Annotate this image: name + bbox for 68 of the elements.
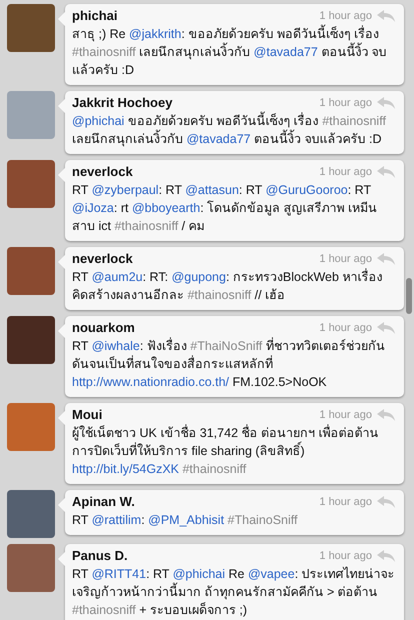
timestamp: 1 hour ago (319, 96, 372, 108)
avatar-photo-placeholder (7, 403, 55, 451)
timestamp: 1 hour ago (319, 252, 372, 264)
mention-link[interactable]: @phichai (72, 114, 124, 128)
avatar-photo-placeholder (7, 490, 55, 538)
url-link[interactable]: http://bit.ly/54GzXK (72, 462, 179, 476)
mention-link[interactable]: @tavada77 (254, 45, 318, 59)
tweet-text: RT @RITT41: RT @phichai Re @vapee: ประเทศไทยน่าจะเจริญก้าวหน้ากว่านี้มาก ถ้าทุกคนรักสามัคคีกัน > ต่อต้าน #thainosniff + ระบอบเผด็จการ ;) (72, 566, 396, 619)
reply-icon[interactable] (376, 252, 396, 266)
scrollbar-thumb[interactable] (406, 278, 412, 314)
tweet-text: RT @iwhale: ฟังเรื่อง #ThaiNoSniff ที่ชาวทวิตเตอร์ช่วยกันดันจนเป็นที่สนใจของสื่อกระแสหลักที่ http://www.nationradio.co.th/ FM.102.5>NoOK (72, 337, 386, 391)
username[interactable]: neverlock (72, 251, 316, 266)
hashtag-link[interactable]: #ThainoSniff (228, 513, 298, 527)
reply-icon[interactable] (376, 96, 396, 110)
tweet-text: RT @aum2u: RT: @gupong: กระทรวงBlockWeb หาเรื่องคิดสร้างผลงานอีกละ #thainosniff // เฮ้อ (72, 268, 384, 304)
mention-link[interactable]: @iwhale (92, 339, 140, 353)
mention-link[interactable]: @tavada77 (186, 132, 251, 146)
mention-link[interactable]: @rattilim (92, 513, 142, 527)
mention-link[interactable]: @PM_Abhisit (148, 513, 224, 527)
reply-icon[interactable] (376, 494, 396, 508)
avatar-photo-placeholder (7, 316, 55, 364)
mention-link[interactable]: @GuruGooroo (266, 183, 348, 197)
avatar-photo-placeholder (7, 91, 55, 139)
timestamp: 1 hour ago (319, 408, 372, 420)
timestamp: 1 hour ago (319, 322, 372, 334)
timestamp: 1 hour ago (319, 550, 372, 562)
hashtag-link[interactable]: #thainosniff (72, 45, 136, 59)
timestamp: 1 hour ago (319, 166, 372, 178)
mention-link[interactable]: @aum2u (92, 270, 143, 284)
hashtag-link[interactable]: #ThaiNoSniff (190, 339, 262, 353)
username[interactable]: neverlock (72, 164, 316, 179)
reply-icon[interactable] (376, 320, 396, 334)
hashtag-link[interactable]: #thainosniff (72, 603, 136, 617)
reply-icon[interactable] (376, 548, 396, 562)
username[interactable]: phichai (72, 8, 316, 23)
avatar-photo-placeholder (7, 247, 55, 295)
mention-link[interactable]: @RITT41 (92, 567, 146, 581)
url-link[interactable]: http://www.nationradio.co.th/ (72, 375, 230, 389)
mention-link[interactable]: @phichai (172, 567, 226, 581)
tweet-text: RT @zyberpaul: RT @attasun: RT @GuruGooroo: RT @iJoza: rt @bboyearth: โดนดักข้อมูล สูญเสรีภาพ เหมีนสาบ ict #thainosniff / คม (72, 182, 378, 235)
reply-icon[interactable] (376, 8, 396, 22)
avatar-photo-placeholder (7, 4, 55, 52)
username[interactable]: Jakkrit Hochoey (72, 95, 316, 110)
mention-link[interactable]: @jakkrith (129, 27, 182, 41)
avatar-photo-placeholder (7, 160, 55, 208)
mention-link[interactable]: @iJoza (72, 201, 114, 215)
timestamp: 1 hour ago (319, 10, 372, 22)
hashtag-link[interactable]: #thainosniff (182, 462, 246, 476)
mention-link[interactable]: @vapee (248, 567, 295, 581)
username[interactable]: Apinan W. (72, 494, 316, 509)
tweet-text: RT @rattilim: @PM_Abhisit #ThainoSniff (72, 512, 299, 529)
reply-icon[interactable] (376, 164, 396, 178)
username[interactable]: Panus D. (72, 548, 316, 563)
mention-link[interactable]: @attasun (185, 183, 239, 197)
hashtag-link[interactable]: #thainosniff (322, 114, 386, 128)
mention-link[interactable]: @gupong (172, 270, 226, 284)
hashtag-link[interactable]: #thainosniff (114, 219, 178, 233)
username[interactable]: nouarkom (72, 320, 316, 335)
tweet-text: ผู้ใช้เน็ตชาว UK เข้าชื่อ 31,742 ชื่อ ต่อนายกฯ เพื่อต่อต้านการปิดเว็บที่ให้บริการ file sharing (ลิขสิทธิ์) http://bit.ly/54GzXK #thainosniff (72, 424, 380, 478)
username[interactable]: Moui (72, 407, 316, 422)
timestamp: 1 hour ago (319, 496, 372, 508)
reply-icon[interactable] (376, 408, 396, 422)
avatar-photo-placeholder (7, 544, 55, 592)
mention-link[interactable]: @bboyearth (132, 201, 200, 215)
hashtag-link[interactable]: #thainosniff (187, 288, 252, 302)
tweet-text: @phichai ขออภัยด้วยครับ พอดีวันนี้เซ็งๆ เรื่อง #thainosniff เลยนึกสนุกเล่นงิ้วกับ @tavada77 ตอนนี้งิ้ว จบแล้วครับ :D (72, 112, 396, 148)
mention-link[interactable]: @zyberpaul (92, 183, 159, 197)
tweet-text: สาธุ ;) Re @jakkrith: ขออภัยด้วยครับ พอดีวันนี้เซ็งๆ เรื่อง #thainosniff เลยนึกสนุกเล่นงิ้วกับ @tavada77 ตอนนี้งิ้ว จบแล้วครับ :D (72, 25, 396, 79)
